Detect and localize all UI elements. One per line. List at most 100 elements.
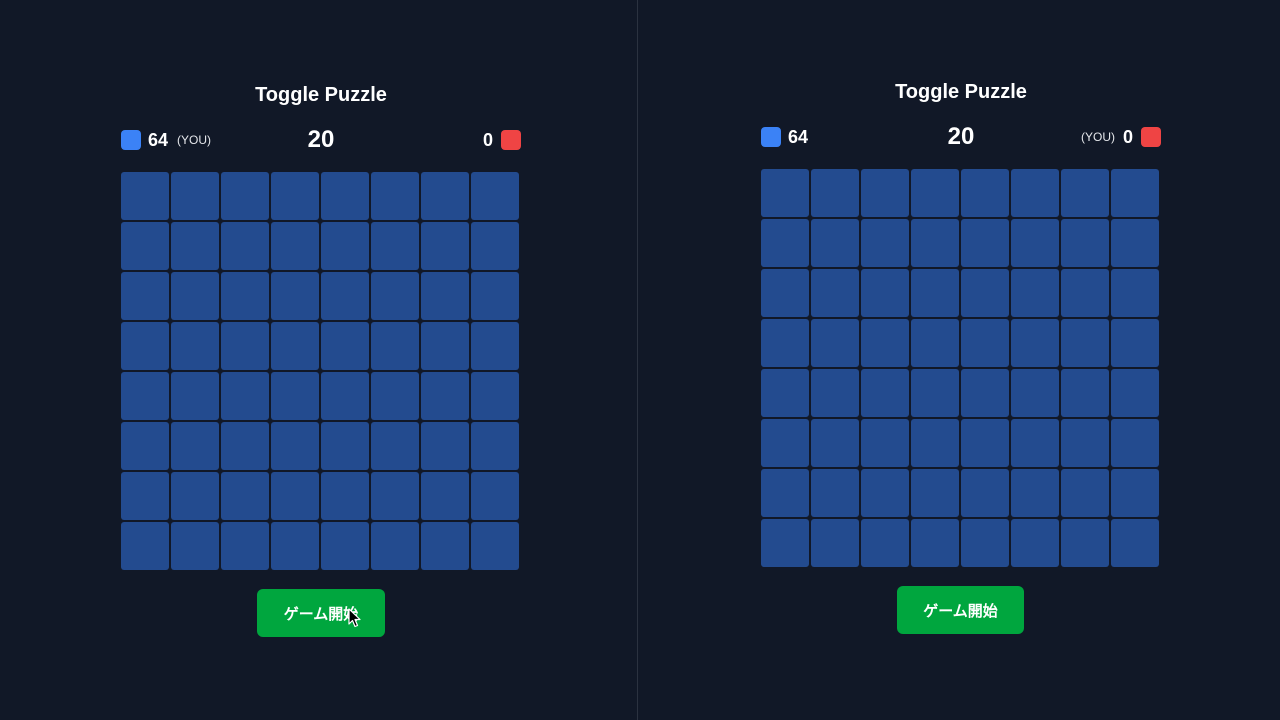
grid-tile[interactable] [1111,169,1159,217]
grid-tile[interactable] [221,472,269,520]
grid-tile[interactable] [961,169,1009,217]
grid-tile[interactable] [961,419,1009,467]
grid-tile[interactable] [271,222,319,270]
grid-tile[interactable] [121,172,169,220]
grid-tile[interactable] [321,272,369,320]
grid-tile[interactable] [321,172,369,220]
grid-tile[interactable] [221,172,269,220]
grid-tile[interactable] [321,422,369,470]
grid-tile[interactable] [271,372,319,420]
grid-tile[interactable] [271,172,319,220]
grid-tile[interactable] [271,422,319,470]
grid-tile[interactable] [471,172,519,220]
grid-tile[interactable] [761,469,809,517]
grid-tile[interactable] [471,272,519,320]
grid-tile[interactable] [271,322,319,370]
grid-tile[interactable] [421,472,469,520]
grid-tile[interactable] [861,219,909,267]
grid-tile[interactable] [271,472,319,520]
grid-tile[interactable] [1111,319,1159,367]
grid-tile[interactable] [911,519,959,567]
grid-tile[interactable] [371,522,419,570]
grid-tile[interactable] [761,319,809,367]
grid-tile[interactable] [911,369,959,417]
grid-tile[interactable] [761,219,809,267]
grid-tile[interactable] [911,169,959,217]
grid-tile[interactable] [911,319,959,367]
grid-tile[interactable] [1061,469,1109,517]
grid-tile[interactable] [911,469,959,517]
grid-tile[interactable] [121,222,169,270]
grid-tile[interactable] [1111,269,1159,317]
grid-tile[interactable] [961,269,1009,317]
grid-tile[interactable] [321,372,369,420]
grid-tile[interactable] [861,519,909,567]
grid-tile[interactable] [171,172,219,220]
grid-tile[interactable] [761,269,809,317]
grid-tile[interactable] [861,419,909,467]
grid-tile[interactable] [961,519,1009,567]
grid-tile[interactable] [1011,219,1059,267]
grid-tile[interactable] [811,469,859,517]
grid-tile[interactable] [171,422,219,470]
grid-tile[interactable] [121,272,169,320]
start-game-button[interactable]: ゲーム開始 [257,589,385,637]
grid-tile[interactable] [121,422,169,470]
grid-tile[interactable] [321,322,369,370]
grid-tile[interactable] [421,322,469,370]
grid-tile[interactable] [171,472,219,520]
grid-tile[interactable] [861,319,909,367]
grid-tile[interactable] [1011,319,1059,367]
grid-tile[interactable] [371,422,419,470]
grid-tile[interactable] [371,372,419,420]
grid-tile[interactable] [421,422,469,470]
grid-tile[interactable] [911,269,959,317]
grid-tile[interactable] [1111,519,1159,567]
grid-tile[interactable] [221,522,269,570]
grid-tile[interactable] [221,372,269,420]
grid-tile[interactable] [371,222,419,270]
grid-tile[interactable] [1011,419,1059,467]
grid-tile[interactable] [1111,369,1159,417]
grid-tile[interactable] [121,522,169,570]
grid-tile[interactable] [1061,519,1109,567]
grid-tile[interactable] [1011,169,1059,217]
grid-tile[interactable] [1011,369,1059,417]
grid-tile[interactable] [121,322,169,370]
grid-tile[interactable] [961,219,1009,267]
grid-tile[interactable] [471,372,519,420]
grid-tile[interactable] [811,519,859,567]
grid-tile[interactable] [221,322,269,370]
grid-tile[interactable] [911,419,959,467]
grid-tile[interactable] [811,419,859,467]
grid-tile[interactable] [1011,269,1059,317]
grid-tile[interactable] [171,372,219,420]
grid-tile[interactable] [471,422,519,470]
grid-tile[interactable] [271,522,319,570]
grid-tile[interactable] [221,272,269,320]
grid-tile[interactable] [121,372,169,420]
grid-tile[interactable] [861,269,909,317]
grid-tile[interactable] [761,419,809,467]
grid-tile[interactable] [421,522,469,570]
grid-tile[interactable] [761,169,809,217]
grid-tile[interactable] [1111,469,1159,517]
grid-tile[interactable] [861,369,909,417]
grid-tile[interactable] [171,322,219,370]
grid-tile[interactable] [471,522,519,570]
grid-tile[interactable] [421,222,469,270]
grid-tile[interactable] [961,369,1009,417]
grid-tile[interactable] [471,322,519,370]
grid-tile[interactable] [811,319,859,367]
grid-tile[interactable] [1061,269,1109,317]
grid-tile[interactable] [1111,419,1159,467]
grid-tile[interactable] [421,172,469,220]
grid-tile[interactable] [1061,169,1109,217]
grid-tile[interactable] [1011,469,1059,517]
grid-tile[interactable] [961,469,1009,517]
grid-tile[interactable] [171,522,219,570]
grid-tile[interactable] [861,469,909,517]
grid-tile[interactable] [1061,419,1109,467]
grid-tile[interactable] [811,169,859,217]
grid-tile[interactable] [471,472,519,520]
